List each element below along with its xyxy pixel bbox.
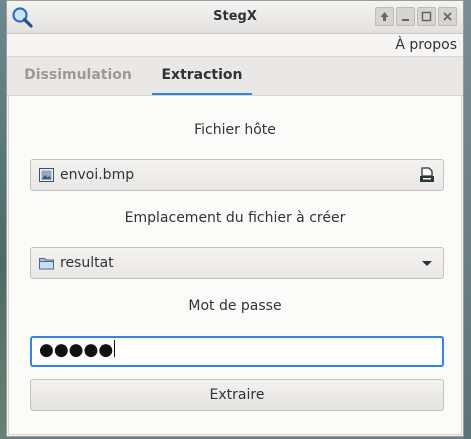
maximize-icon[interactable] [417, 7, 436, 26]
menu-bar: À propos [7, 34, 463, 56]
host-file-label: Fichier hôte [194, 122, 276, 138]
folder-icon [39, 258, 54, 270]
password-label: Mot de passe [188, 298, 282, 314]
desktop-background-right [464, 0, 471, 439]
host-file-value: envoi.bmp [60, 167, 135, 183]
password-input[interactable]: ●●●●● [30, 336, 444, 367]
title-bar[interactable]: StegX [7, 1, 463, 34]
password-mask: ●●●●● [39, 340, 116, 360]
image-file-icon [39, 168, 54, 182]
text-caret [114, 340, 116, 357]
output-location-label: Emplacement du fichier à créer [124, 210, 346, 226]
tab-extraction[interactable]: Extraction [152, 57, 252, 96]
window-controls [375, 7, 457, 26]
minimize-icon[interactable] [396, 7, 415, 26]
menu-about[interactable]: À propos [395, 37, 457, 53]
close-icon[interactable] [438, 7, 457, 26]
extract-button[interactable]: Extraire [30, 379, 444, 411]
output-folder-chooser[interactable]: resultat [30, 247, 444, 279]
output-folder-value: resultat [60, 255, 114, 271]
host-file-chooser[interactable]: envoi.bmp [30, 159, 444, 191]
app-window: StegX À propos Dissimulation Extraction … [6, 0, 464, 437]
dropdown-arrow-icon[interactable] [419, 255, 435, 271]
arrow-up-icon[interactable] [375, 7, 394, 26]
file-open-icon[interactable] [419, 167, 435, 183]
tab-dissimulation[interactable]: Dissimulation [17, 57, 139, 95]
extraction-panel: Fichier hôte envoi.bmp Emplacement du fi… [8, 95, 462, 435]
tab-bar: Dissimulation Extraction [7, 56, 463, 96]
